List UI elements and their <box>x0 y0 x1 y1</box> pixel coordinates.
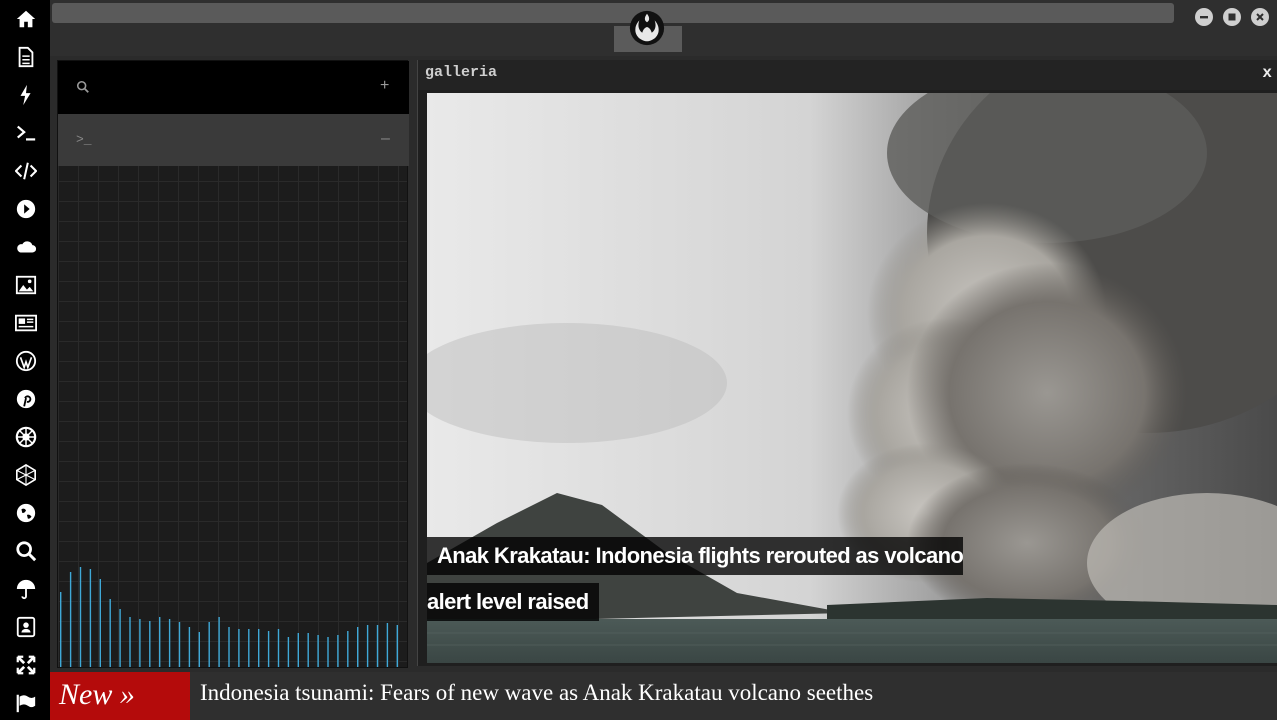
play-icon[interactable] <box>13 196 39 222</box>
add-button[interactable]: + <box>380 77 396 94</box>
visualizer-bar <box>248 629 250 667</box>
search-icon[interactable] <box>13 538 39 564</box>
volcano-image <box>427 93 1277 663</box>
visualizer-bar <box>376 625 379 667</box>
visualizer-bar <box>79 567 82 667</box>
visualizer-bar <box>337 635 339 667</box>
gallery-title: galleria <box>425 64 498 81</box>
flag-icon[interactable] <box>13 690 39 716</box>
pinterest-icon[interactable] <box>13 386 39 412</box>
address-bar[interactable] <box>52 3 1174 23</box>
gallery-close-button[interactable]: x <box>1262 64 1272 82</box>
visualizer-bar <box>99 579 101 667</box>
empire-icon[interactable] <box>13 424 39 450</box>
visualizer-bar <box>357 627 359 667</box>
visualizer-bar <box>60 592 62 667</box>
close-icon[interactable] <box>1251 8 1269 26</box>
visualizer-bar <box>159 617 161 667</box>
volcano-photo[interactable]: Anak Krakatau: Indonesia flights reroute… <box>427 93 1277 663</box>
search-row[interactable]: + <box>58 61 409 114</box>
visualizer-bar <box>168 619 171 667</box>
side-panel: + >_ – <box>57 60 409 668</box>
visualizer-bar <box>267 631 270 667</box>
visualizer-bar <box>218 617 220 667</box>
visualizer-bar <box>69 572 72 667</box>
minimize-icon[interactable] <box>1195 8 1213 26</box>
visualizer-bar <box>228 627 230 667</box>
search-icon[interactable] <box>76 80 92 96</box>
visualizer-bar <box>258 629 260 667</box>
visualizer-bar <box>208 622 210 667</box>
rebel-alliance-icon[interactable] <box>628 9 666 47</box>
wordpress-icon[interactable] <box>13 348 39 374</box>
visualizer-bar <box>327 637 329 667</box>
visualizer-bar <box>89 569 92 667</box>
lightning-icon[interactable] <box>13 82 39 108</box>
visualizer-bar <box>307 633 309 667</box>
terminal-icon[interactable] <box>13 120 39 146</box>
document-icon[interactable] <box>13 44 39 70</box>
new-badge: New » <box>50 672 190 720</box>
visualizer-bar <box>119 609 121 667</box>
visualizer-bar <box>366 625 369 667</box>
news-ticker: New » Indonesia tsunami: Fears of new wa… <box>50 672 1277 720</box>
globe-icon[interactable] <box>13 500 39 526</box>
ticker-headline[interactable]: Indonesia tsunami: Fears of new wave as … <box>200 680 873 706</box>
visualizer-bar <box>347 631 349 667</box>
code-icon[interactable] <box>13 158 39 184</box>
visualizer-bar <box>139 619 141 667</box>
home-icon[interactable] <box>13 6 39 32</box>
top-bar <box>50 0 1277 56</box>
audio-visualizer <box>60 567 398 667</box>
caption-line-1[interactable]: Anak Krakatau: Indonesia flights reroute… <box>427 537 964 575</box>
hexagon-icon[interactable] <box>13 462 39 488</box>
visualizer-bar <box>238 629 240 667</box>
contact-book-icon[interactable] <box>13 614 39 640</box>
collapse-button[interactable]: – <box>381 130 397 147</box>
visualizer-bar <box>198 632 200 667</box>
visualizer-bar <box>109 599 111 667</box>
umbrella-icon[interactable] <box>13 576 39 602</box>
visualizer-bar <box>149 621 151 667</box>
visualizer-bar <box>396 625 398 667</box>
visualizer-bar <box>287 637 290 667</box>
visualizer-bar <box>277 629 280 667</box>
newspaper-icon[interactable] <box>13 310 39 336</box>
visualizer-bar <box>188 627 191 667</box>
caption-line-2[interactable]: alert level raised <box>427 583 599 621</box>
gallery-panel: galleria x Anak Krakatau: Indonesia flig… <box>417 60 1277 666</box>
visualizer-bar <box>129 617 131 667</box>
maximize-icon[interactable] <box>1223 8 1241 26</box>
expand-icon[interactable] <box>13 652 39 678</box>
icon-rail <box>0 0 50 720</box>
visualizer-bar <box>178 622 181 667</box>
gallery-header: galleria x <box>418 60 1277 90</box>
image-icon[interactable] <box>13 272 39 298</box>
visualizer-bar <box>297 633 299 667</box>
terminal-row[interactable]: >_ – <box>58 114 409 166</box>
cloud-icon[interactable] <box>13 234 39 260</box>
visualizer-bar <box>386 623 389 667</box>
visualizer-bar <box>317 635 319 667</box>
terminal-prompt: >_ <box>76 132 92 147</box>
